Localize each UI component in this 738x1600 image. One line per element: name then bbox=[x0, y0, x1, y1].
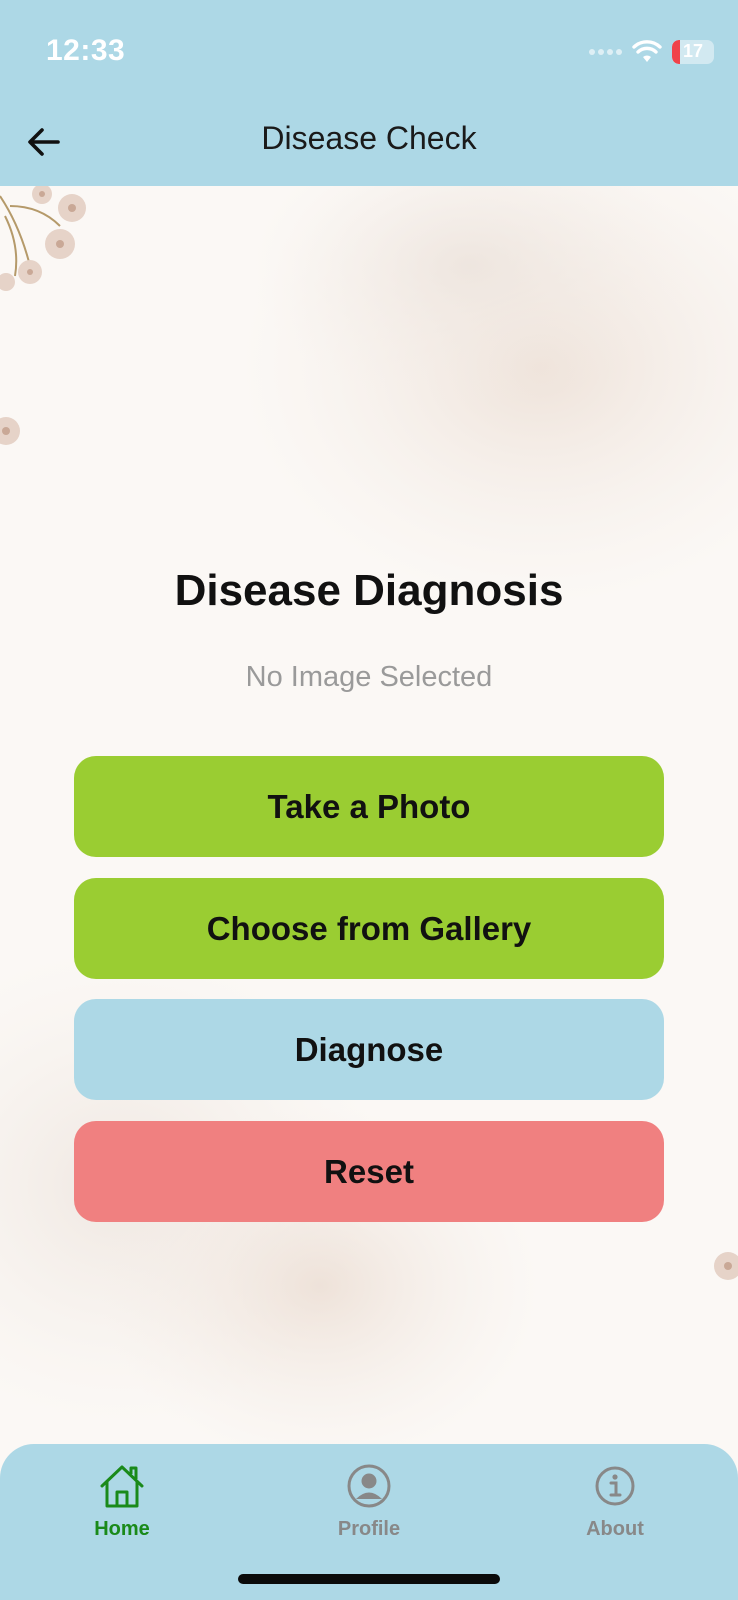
battery-icon: 17 bbox=[672, 40, 714, 64]
profile-icon bbox=[347, 1464, 391, 1508]
status-icons: 17 bbox=[588, 40, 714, 64]
cellular-signal-icon bbox=[589, 49, 622, 55]
wifi-icon bbox=[632, 40, 662, 62]
tab-about[interactable]: About bbox=[535, 1454, 695, 1554]
home-indicator[interactable] bbox=[238, 1574, 500, 1584]
tab-home-label: Home bbox=[94, 1518, 150, 1540]
battery-level: 17 bbox=[682, 41, 704, 61]
app-bar: 12:33 17 Disease Check bbox=[0, 0, 738, 186]
choose-gallery-button[interactable]: Choose from Gallery bbox=[74, 878, 664, 979]
info-icon bbox=[595, 1466, 635, 1506]
tab-home[interactable]: Home bbox=[42, 1454, 202, 1554]
image-status-text: No Image Selected bbox=[245, 661, 493, 693]
take-photo-button[interactable]: Take a Photo bbox=[74, 756, 664, 857]
page-title: Disease Check bbox=[261, 120, 477, 156]
diagnosis-heading: Disease Diagnosis bbox=[174, 566, 564, 615]
tab-profile[interactable]: Profile bbox=[289, 1454, 449, 1554]
status-time: 12:33 bbox=[46, 34, 126, 67]
home-icon bbox=[100, 1465, 144, 1508]
reset-button[interactable]: Reset bbox=[74, 1121, 664, 1222]
tab-profile-label: Profile bbox=[337, 1518, 401, 1540]
diagnose-button[interactable]: Diagnose bbox=[74, 999, 664, 1100]
tab-about-label: About bbox=[586, 1518, 644, 1540]
